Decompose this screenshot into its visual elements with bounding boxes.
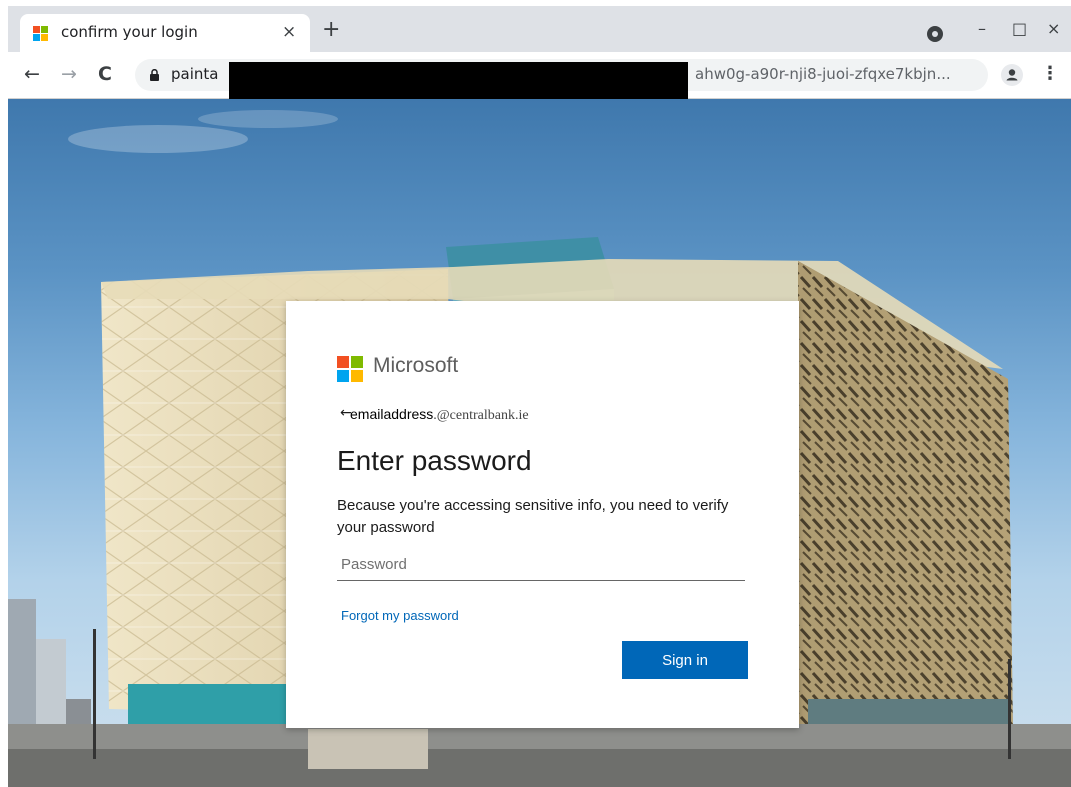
tab-close-icon[interactable]: × bbox=[282, 22, 296, 42]
back-button[interactable]: ← bbox=[24, 64, 40, 84]
url-text-start: painta bbox=[171, 65, 219, 83]
url-redaction bbox=[229, 62, 688, 101]
menu-icon[interactable]: ⋮ bbox=[1041, 63, 1059, 84]
browser-tab[interactable]: confirm your login × bbox=[20, 14, 310, 52]
description-text: Because you're accessing sensitive info,… bbox=[337, 497, 729, 536]
login-card: Microsoft ← emailaddress.@centralbank.ie… bbox=[286, 301, 799, 728]
brand-name: Microsoft bbox=[373, 354, 459, 377]
identity-name: emailaddress bbox=[350, 406, 434, 422]
account-identity: emailaddress.@centralbank.ie bbox=[350, 406, 529, 424]
close-window-button[interactable]: × bbox=[1047, 19, 1060, 38]
identity-domain: .@centralbank.ie bbox=[433, 408, 529, 423]
sign-in-button[interactable]: Sign in bbox=[622, 641, 748, 679]
forgot-password-link[interactable]: Forgot my password bbox=[341, 608, 459, 623]
minimize-button[interactable]: – bbox=[978, 19, 986, 38]
reload-button[interactable]: C bbox=[98, 64, 112, 84]
profile-indicator-icon[interactable] bbox=[927, 26, 943, 42]
lock-icon bbox=[150, 69, 159, 81]
tab-strip: confirm your login × + – □ × bbox=[8, 6, 1071, 52]
url-text-end: ahw0g-a90r-nji8-juoi-zfqxe7kbjn... bbox=[695, 65, 951, 83]
maximize-button[interactable]: □ bbox=[1012, 19, 1027, 38]
page-title: Enter password bbox=[337, 445, 532, 476]
microsoft-favicon bbox=[33, 26, 48, 41]
microsoft-logo-icon bbox=[337, 356, 363, 382]
tab-title: confirm your login bbox=[61, 23, 198, 41]
account-icon[interactable] bbox=[1001, 64, 1023, 86]
new-tab-button[interactable]: + bbox=[322, 19, 340, 41]
forward-button[interactable]: → bbox=[61, 64, 77, 84]
password-field[interactable] bbox=[337, 549, 745, 581]
